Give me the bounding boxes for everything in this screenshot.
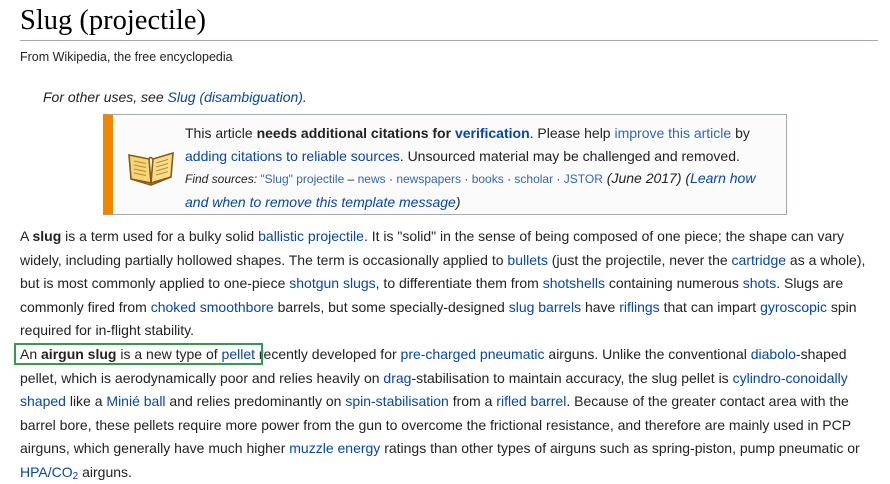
airgun-slug-paragraph: An airgun slug is a new type of pellet r…: [20, 343, 878, 484]
hatnote-prefix: For other uses, see: [43, 89, 168, 105]
source-news-link[interactable]: news: [358, 172, 386, 186]
verification-link[interactable]: verification: [455, 125, 530, 141]
text: that can impart: [659, 298, 761, 315]
text: ratings than other types of airguns such…: [380, 440, 860, 456]
text: A: [20, 228, 33, 244]
pellet-link[interactable]: pellet: [222, 346, 255, 362]
rifled-barrel-link[interactable]: rifled barrel: [496, 393, 566, 409]
gyroscopic-link[interactable]: gyroscopic: [760, 299, 827, 315]
notice-t8: . Unsourced material may be challenged a…: [399, 147, 740, 164]
text: like a: [65, 393, 107, 409]
dash: –: [344, 172, 358, 186]
hpa-co2-link[interactable]: HPA/CO2: [20, 463, 78, 482]
notice-t6: by: [731, 125, 750, 141]
text: , to differentiate them from: [375, 275, 543, 291]
ballistic-link[interactable]: ballistic: [258, 228, 304, 244]
muzzle-energy-link[interactable]: muzzle energy: [289, 440, 380, 456]
text: airguns. Unlike the conventional: [544, 346, 751, 362]
riflings-link[interactable]: riflings: [619, 299, 659, 315]
text: (just the projectile, never the: [547, 251, 732, 268]
term-slug: slug: [32, 228, 62, 244]
improve-article-link[interactable]: improve this article: [614, 125, 731, 141]
projectile-link[interactable]: projectile: [308, 228, 364, 244]
sep2: ·: [461, 172, 472, 186]
hpa-text: HPA/CO: [20, 463, 73, 480]
text: have: [581, 298, 620, 315]
text: barrels, but some specially-designed: [273, 298, 509, 315]
site-sub: From Wikipedia, the free encyclopedia: [20, 50, 233, 64]
disambiguation-link[interactable]: Slug (disambiguation): [168, 89, 303, 105]
sep1: ·: [385, 172, 397, 186]
choked-link[interactable]: choked: [151, 299, 196, 315]
source-jstor-link[interactable]: JSTOR: [564, 172, 603, 186]
text: airguns.: [78, 463, 132, 480]
smoothbore-link[interactable]: smoothbore: [200, 299, 274, 315]
pre-charged-pneumatic-link[interactable]: pre-charged pneumatic: [401, 346, 545, 362]
notice-t1: This article: [185, 125, 257, 141]
hatnote: For other uses, see Slug (disambiguation…: [43, 88, 307, 106]
book-icon: [125, 143, 177, 187]
drag-link[interactable]: drag: [383, 370, 411, 386]
shotgun-slugs-link[interactable]: shotgun slugs: [289, 275, 375, 291]
find-sources-label: Find sources:: [185, 172, 258, 186]
notice-close: ): [455, 193, 461, 210]
text: is a new type of: [116, 346, 222, 362]
bullets-link[interactable]: bullets: [507, 252, 547, 268]
text: recently developed for: [255, 346, 401, 362]
hatnote-suffix: .: [302, 89, 307, 105]
text: from a: [448, 393, 497, 409]
source-scholar-link[interactable]: scholar: [514, 172, 553, 186]
find-query-link[interactable]: "Slug" projectile: [260, 172, 344, 186]
slug-barrels-link[interactable]: slug barrels: [509, 299, 581, 315]
page-title: Slug (projectile): [20, 5, 206, 36]
term-airgun-slug: airgun slug: [41, 346, 117, 362]
diabolo-link[interactable]: diabolo: [751, 346, 796, 362]
title-divider: [20, 40, 878, 41]
text: -stabilisation to maintain accuracy, the…: [411, 369, 733, 386]
text: is a term used for a bulky solid: [61, 228, 259, 244]
shotshells-link[interactable]: shotshells: [543, 275, 605, 291]
text: containing numerous: [604, 275, 743, 291]
shots-link[interactable]: shots: [743, 275, 776, 291]
notice-text: This article needs additional citations …: [185, 122, 775, 213]
notice-t2: needs additional citations for: [256, 125, 455, 141]
source-books-link[interactable]: books: [472, 172, 504, 186]
cartridge-link[interactable]: cartridge: [732, 252, 786, 268]
text: An: [20, 346, 42, 362]
adding-citations-link[interactable]: adding citations to reliable sources: [185, 148, 400, 164]
notice-t4: . Please help: [529, 125, 615, 141]
intro-paragraph: A slug is a term used for a bulky solid …: [20, 225, 878, 343]
sep4: ·: [553, 172, 564, 186]
notice-date: (June 2017) (: [602, 170, 691, 186]
minie-ball-link[interactable]: Minié ball: [106, 393, 165, 409]
sep3: ·: [503, 172, 515, 186]
text: and relies predominantly on: [165, 393, 346, 409]
citation-notice-box: This article needs additional citations …: [103, 114, 787, 215]
spin-stabilisation-link[interactable]: spin-stabilisation: [345, 393, 449, 409]
source-newspapers-link[interactable]: newspapers: [396, 172, 461, 186]
